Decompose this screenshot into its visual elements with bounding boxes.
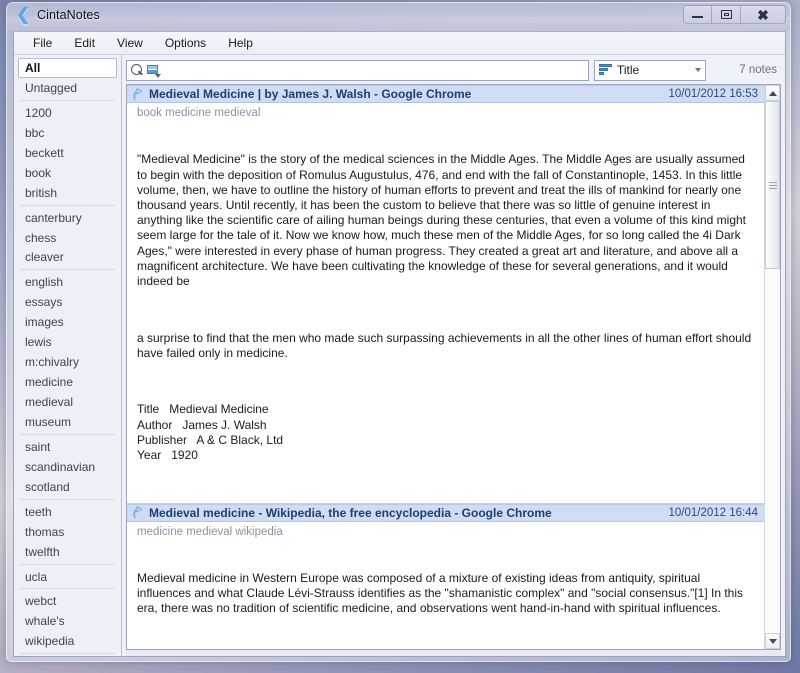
search-icon — [131, 63, 144, 77]
sidebar-item-medieval[interactable]: medieval — [18, 392, 117, 412]
sort-selected-value: Title — [617, 63, 640, 77]
sidebar-item-chess[interactable]: chess — [18, 228, 117, 248]
sidebar-item-images[interactable]: images — [18, 312, 117, 332]
minimize-button[interactable] — [683, 5, 712, 24]
menu-help[interactable]: Help — [217, 33, 264, 53]
sidebar-item-saint[interactable]: saint — [18, 437, 117, 457]
sidebar-item-1200[interactable]: 1200 — [18, 103, 117, 123]
sidebar-item-scandinavian[interactable]: scandinavian — [18, 457, 117, 477]
maximize-icon — [720, 10, 732, 19]
sidebar-item-bbc[interactable]: bbc — [18, 123, 117, 143]
sidebar-item-british[interactable]: british — [18, 183, 117, 203]
sidebar-divider — [20, 99, 115, 101]
note-body: Medieval medicine in Western Europe was … — [127, 540, 764, 649]
sidebar-item-canterbury[interactable]: canterbury — [18, 208, 117, 228]
client-area: File Edit View Options Help All Untagged… — [13, 31, 786, 657]
sidebar-divider — [20, 563, 115, 565]
note-paragraph: "Medieval Medicine" is the story of the … — [137, 152, 750, 289]
note-header[interactable]: Medieval medicine - Wikipedia, the free … — [127, 503, 764, 522]
sidebar-item-webct[interactable]: webct — [18, 591, 117, 611]
main-body: All Untagged 1200 bbc beckett book briti… — [14, 55, 785, 656]
sidebar-divider — [20, 204, 115, 206]
application-window: ❮ CintaNotes ✖ File Edit View Options He… — [6, 2, 791, 662]
menu-options[interactable]: Options — [154, 33, 217, 53]
window-controls: ✖ — [683, 5, 786, 24]
note-tags[interactable]: book medicine medieval — [127, 103, 764, 122]
chevron-down-icon[interactable] — [695, 68, 701, 72]
note-link-icon — [132, 506, 143, 519]
sidebar-item-scotland[interactable]: scotland — [18, 477, 117, 497]
triangle-down-icon — [768, 638, 777, 644]
menu-edit[interactable]: Edit — [63, 33, 106, 53]
search-box[interactable] — [126, 59, 589, 81]
notes-area: Medieval Medicine | by James J. Walsh - … — [126, 84, 781, 650]
tags-sidebar[interactable]: All Untagged 1200 bbc beckett book briti… — [14, 55, 122, 656]
sidebar-item-m-chivalry[interactable]: m:chivalry — [18, 352, 117, 372]
scroll-up-arrow[interactable] — [765, 85, 780, 101]
close-button[interactable]: ✖ — [741, 5, 786, 24]
title-bar[interactable]: ❮ CintaNotes ✖ — [7, 3, 790, 31]
note-paragraph: Medieval medicine in Western Europe was … — [137, 571, 747, 616]
back-chevron-icon[interactable]: ❮ — [16, 6, 30, 23]
notes-count-label: 7 notes — [739, 64, 777, 76]
note-tags[interactable]: medicine medieval wikipedia — [127, 521, 764, 541]
list-item[interactable]: Medieval Medicine | by James J. Walsh - … — [127, 85, 764, 504]
menu-file[interactable]: File — [22, 33, 63, 53]
search-toolbar: Title 7 notes — [126, 59, 781, 84]
sidebar-item-untagged[interactable]: Untagged — [18, 78, 117, 98]
note-title: Medieval medicine - Wikipedia, the free … — [149, 505, 552, 520]
sidebar-divider — [20, 653, 115, 655]
window-title: CintaNotes — [37, 8, 100, 22]
sidebar-divider — [20, 498, 115, 500]
note-body: "Medieval Medicine" is the story of the … — [127, 122, 764, 503]
sidebar-item-essays[interactable]: essays — [18, 292, 117, 312]
maximize-button[interactable] — [712, 5, 741, 24]
menu-bar: File Edit View Options Help — [14, 32, 785, 55]
sidebar-item-whales[interactable]: whale's — [18, 611, 117, 631]
notes-list[interactable]: Medieval Medicine | by James J. Walsh - … — [127, 85, 764, 649]
sidebar-item-english[interactable]: english — [18, 272, 117, 292]
list-item[interactable]: Medieval medicine - Wikipedia, the free … — [127, 503, 764, 649]
note-paragraph: a surprise to find that the men who made… — [137, 330, 755, 360]
status-strip — [126, 650, 781, 656]
note-date: 10/01/2012 16:53 — [668, 88, 758, 100]
sidebar-divider — [20, 588, 115, 590]
sidebar-divider — [20, 433, 115, 435]
filter-dropdown-icon[interactable] — [147, 64, 161, 78]
sidebar-item-thomas[interactable]: thomas — [18, 522, 117, 542]
search-input[interactable] — [164, 63, 584, 77]
sidebar-item-cleaver[interactable]: cleaver — [18, 247, 117, 267]
scrollbar-thumb[interactable] — [765, 101, 780, 269]
note-metadata: Title Medieval Medicine Author James J. … — [137, 402, 284, 463]
notes-pane: Title 7 notes Medieval Medicine | by Jam… — [122, 55, 785, 656]
minimize-icon — [692, 15, 703, 18]
menu-view[interactable]: View — [106, 33, 154, 53]
note-header[interactable]: Medieval Medicine | by James J. Walsh - … — [127, 85, 764, 103]
grip-icon — [768, 180, 777, 191]
sidebar-item-book[interactable]: book — [18, 163, 117, 183]
title-bar-left: ❮ CintaNotes — [16, 6, 100, 23]
scroll-down-arrow[interactable] — [765, 633, 780, 649]
scrollbar-track[interactable] — [765, 101, 780, 633]
note-link-icon — [132, 87, 143, 101]
triangle-up-icon — [768, 90, 777, 96]
sidebar-item-all[interactable]: All — [18, 58, 117, 78]
sidebar-item-ucla[interactable]: ucla — [18, 567, 117, 587]
sort-icon — [599, 64, 612, 76]
sidebar-item-twelfth[interactable]: twelfth — [18, 542, 117, 562]
close-icon: ✖ — [757, 6, 769, 23]
sort-dropdown[interactable]: Title — [594, 59, 706, 81]
note-title: Medieval Medicine | by James J. Walsh - … — [149, 87, 472, 101]
sidebar-item-beckett[interactable]: beckett — [18, 143, 117, 163]
sidebar-item-medicine[interactable]: medicine — [18, 372, 117, 392]
sidebar-divider — [20, 269, 115, 271]
note-date: 10/01/2012 16:44 — [668, 506, 758, 519]
sidebar-item-museum[interactable]: museum — [18, 412, 117, 432]
sidebar-item-wikipedia[interactable]: wikipedia — [18, 631, 117, 651]
sidebar-item-teeth[interactable]: teeth — [18, 502, 117, 522]
vertical-scrollbar[interactable] — [764, 85, 780, 649]
sidebar-item-lewis[interactable]: lewis — [18, 332, 117, 352]
